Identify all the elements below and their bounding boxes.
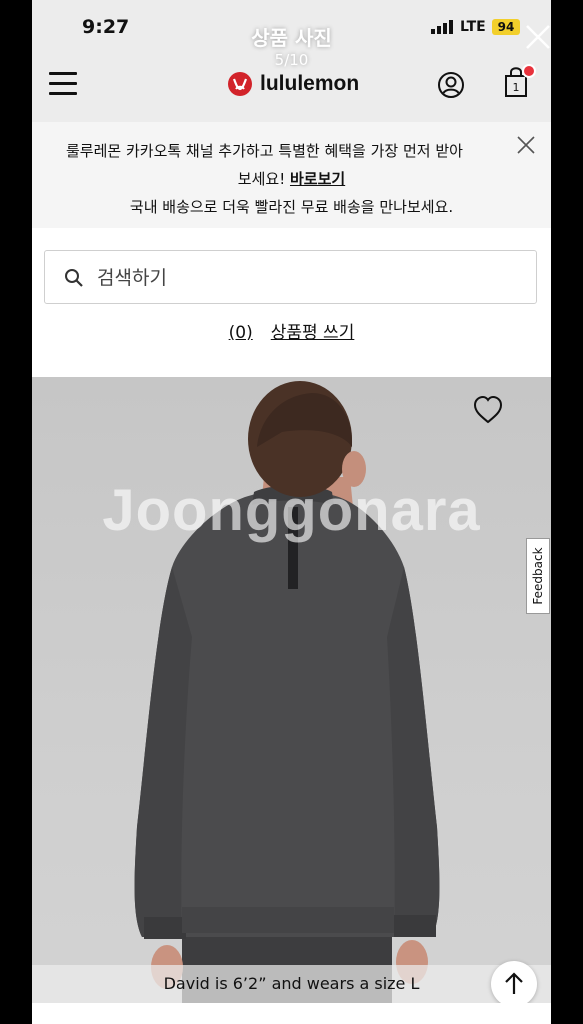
promo-text-prefix: 보세요! bbox=[237, 170, 290, 188]
lululemon-logo[interactable]: lululemon bbox=[228, 69, 359, 99]
logo-text: lululemon bbox=[260, 72, 360, 95]
shopping-bag-icon[interactable]: 1 bbox=[502, 64, 536, 100]
promo-text-line3: 국내 배송으로 더욱 빨라진 무료 배송을 만나보세요. bbox=[129, 198, 454, 216]
watermark: Joonggonara bbox=[102, 478, 481, 543]
arrow-up-icon bbox=[505, 972, 523, 994]
viewer-title: 상품 사진 bbox=[251, 26, 332, 50]
promo-text-line1: 룰루레몬 카카오톡 채널 추가하고 특별한 혜택을 가장 먼저 받아 bbox=[66, 142, 463, 160]
promo-link[interactable]: 바로보기 bbox=[290, 170, 345, 188]
image-caption: David is 6’2” and wears a size L bbox=[163, 974, 420, 993]
search-box[interactable] bbox=[44, 250, 537, 304]
wishlist-heart-icon[interactable] bbox=[472, 395, 504, 425]
review-count-link[interactable]: (0) bbox=[229, 323, 253, 343]
feedback-label: Feedback bbox=[531, 547, 545, 605]
image-caption-bar: David is 6’2” and wears a size L bbox=[32, 965, 551, 1003]
viewer-counter: 5/10 bbox=[274, 51, 309, 69]
product-image[interactable]: Joonggonara Feedback David is 6’2” and w… bbox=[32, 377, 551, 1024]
hamburger-menu-icon[interactable] bbox=[49, 72, 77, 96]
close-icon[interactable] bbox=[516, 135, 536, 155]
feedback-tab[interactable]: Feedback bbox=[526, 538, 550, 614]
review-row: (0) 상품평 쓰기 bbox=[32, 318, 551, 343]
account-icon[interactable] bbox=[437, 71, 465, 99]
lululemon-logo-mark bbox=[228, 72, 252, 96]
search-icon bbox=[64, 268, 84, 288]
search-input[interactable] bbox=[95, 261, 519, 295]
promo-text-line2: 보세요! 바로보기 bbox=[32, 168, 551, 189]
phone-screen: 9:27 LTE 94 lululemon 1 룰루레몬 카카오톡 채널 추가하… bbox=[32, 0, 551, 1024]
write-review-link[interactable]: 상품평 쓰기 bbox=[271, 323, 355, 343]
bottom-strip bbox=[32, 1003, 551, 1024]
viewer-close-icon[interactable] bbox=[523, 22, 553, 52]
promo-banner: 룰루레몬 카카오톡 채널 추가하고 특별한 혜택을 가장 먼저 받아 보세요! … bbox=[32, 122, 551, 228]
product-photo-model bbox=[134, 381, 440, 1024]
cart-count: 1 bbox=[513, 81, 520, 94]
scroll-to-top-button[interactable] bbox=[491, 961, 537, 1007]
